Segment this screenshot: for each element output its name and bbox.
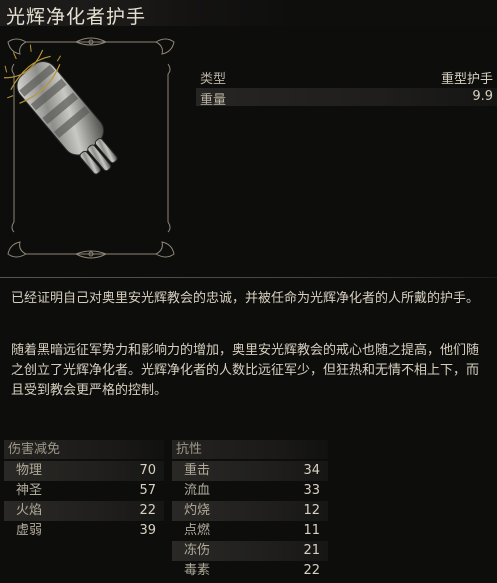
resistance-label: 点燃 (184, 523, 211, 538)
resistance-row: 重击 34 (172, 461, 328, 481)
item-description-1: 已经证明自己对奥里安光辉教会的忠诚，并被任命为光辉净化者的人所戴的护手。 (11, 291, 480, 306)
item-name: 光辉净化者护手 (6, 6, 147, 28)
damage-negation-label: 虚弱 (16, 523, 43, 538)
item-image-frame (4, 34, 178, 262)
resistance-label: 毒素 (184, 563, 211, 578)
damage-negation-row: 神圣 57 (4, 481, 164, 501)
resistance-row: 灼烧 12 (172, 501, 328, 521)
damage-negation-label: 神圣 (16, 483, 43, 498)
resistance-row: 毒素 22 (172, 561, 328, 581)
damage-negation-value: 70 (139, 463, 156, 478)
damage-negation-row: 虚弱 39 (4, 521, 164, 541)
resistance-value: 11 (303, 523, 320, 538)
item-description-2: 随着黑暗远征军势力和影响力的增加，奥里安光辉教会的戒心也随之提高，他们随之创立了… (11, 343, 480, 398)
item-type-value: 重型护手 (440, 72, 493, 87)
damage-negation-row: 火焰 22 (4, 501, 164, 521)
item-weight-label: 重量 (200, 93, 227, 108)
damage-negation-label: 火焰 (16, 503, 43, 518)
item-weight-value: 9.9 (472, 89, 493, 104)
resistance-row: 冻伤 21 (172, 541, 328, 561)
damage-negation-value: 57 (139, 483, 156, 498)
damage-negation-label: 物理 (16, 463, 43, 478)
resistance-value: 34 (303, 463, 320, 478)
damage-negation-row: 物理 70 (4, 461, 164, 481)
resistance-label: 重击 (184, 463, 211, 478)
damage-negation-heading: 伤害减免 (4, 440, 164, 459)
item-type-row: 类型 重型护手 (196, 67, 497, 87)
gauntlet-icon (4, 44, 118, 175)
damage-negation-value: 39 (139, 523, 156, 538)
resistance-row: 流血 33 (172, 481, 328, 501)
resistance-value: 33 (303, 483, 320, 498)
resistance-label: 流血 (184, 483, 211, 498)
resistance-label: 冻伤 (184, 543, 211, 558)
resistance-value: 21 (303, 543, 320, 558)
resistance-heading: 抗性 (172, 440, 328, 459)
title-bar: 光辉净化者护手 (0, 0, 497, 28)
item-type-label: 类型 (200, 72, 227, 87)
item-weight-row: 重量 9.9 (196, 88, 497, 108)
resistance-row: 点燃 11 (172, 521, 328, 541)
damage-negation-value: 22 (139, 503, 156, 518)
resistance-value: 22 (303, 563, 320, 578)
divider (0, 277, 497, 278)
resistance-label: 灼烧 (184, 503, 211, 518)
resistance-value: 12 (303, 503, 320, 518)
